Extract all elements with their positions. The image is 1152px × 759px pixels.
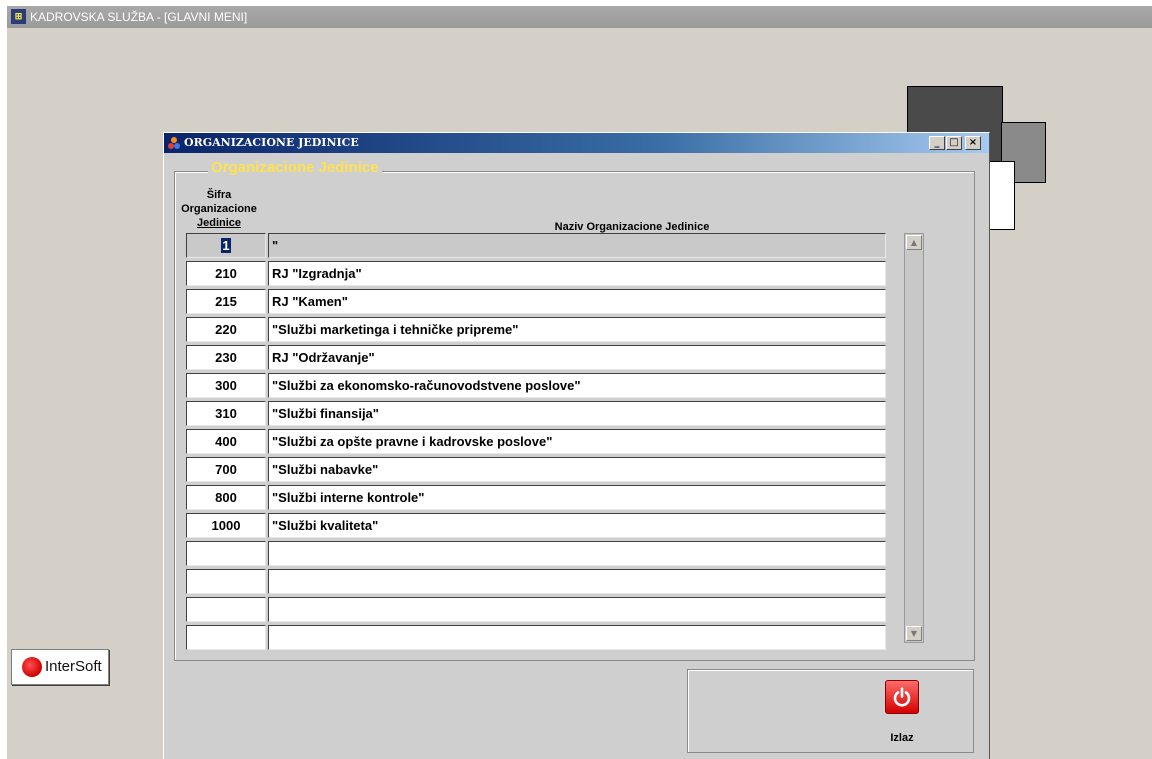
code-value: 1000	[211, 518, 241, 533]
code-value: 310	[215, 406, 237, 421]
name-field[interactable]	[268, 541, 886, 566]
code-value: 800	[215, 490, 237, 505]
code-value: 1	[221, 238, 231, 253]
code-value: 220	[215, 322, 237, 337]
table-row[interactable]	[186, 569, 888, 594]
table-row[interactable]: 215 RJ "Kamen"	[186, 289, 888, 314]
name-field[interactable]	[268, 597, 886, 622]
action-panel: Izlaz	[687, 669, 974, 753]
table-row[interactable]	[186, 625, 888, 650]
code-field[interactable]	[186, 569, 266, 594]
table-row[interactable]: 210 RJ "Izgradnja"	[186, 261, 888, 286]
main-window-titlebar: ⊞ KADROVSKA SLUŽBA - [GLAVNI MENI]	[7, 6, 1152, 28]
code-value: 215	[215, 294, 237, 309]
column-header-code: Šifra Organizacione Jedinice	[164, 188, 274, 230]
code-field[interactable]: 300	[186, 373, 266, 398]
code-value: 230	[215, 350, 237, 365]
code-field[interactable]: 700	[186, 457, 266, 482]
code-field[interactable]: 1000	[186, 513, 266, 538]
exit-button[interactable]	[885, 680, 919, 714]
intersoft-logo-icon	[22, 657, 42, 677]
scroll-up-icon[interactable]: ▲	[906, 235, 922, 250]
name-field[interactable]: "Službi finansija"	[268, 401, 886, 426]
name-field[interactable]: "Službi kvaliteta"	[268, 513, 886, 538]
name-field[interactable]: "Službi interne kontrole"	[268, 485, 886, 510]
app-grid-icon: ⊞	[11, 9, 26, 24]
organizacione-jedinice-window: ORGANIZACIONE JEDINICE _ □ × Organizacio…	[163, 132, 990, 759]
name-field[interactable]: RJ "Održavanje"	[268, 345, 886, 370]
code-field[interactable]: 210	[186, 261, 266, 286]
code-value: 210	[215, 266, 237, 281]
maximize-button[interactable]: □	[946, 136, 962, 150]
window-titlebar[interactable]: ORGANIZACIONE JEDINICE _ □ ×	[164, 133, 989, 153]
code-value: 300	[215, 378, 237, 393]
table-row[interactable]: 300 "Službi za ekonomsko-računovodstvene …	[186, 373, 888, 398]
table-row[interactable]: 800 "Službi interne kontrole"	[186, 485, 888, 510]
column-header-code-line2: Organizacione	[181, 203, 257, 215]
name-field[interactable]: "Službi nabavke"	[268, 457, 886, 482]
name-field[interactable]: "Službi za opšte pravne i kadrovske posl…	[268, 429, 886, 454]
column-header-name: Naziv Organizacione Jedinice	[554, 221, 710, 233]
name-field[interactable]: RJ "Izgradnja"	[268, 261, 886, 286]
column-header-code-line1: Šifra	[206, 189, 232, 201]
table-row[interactable]: 220 "Službi marketinga i tehničke priprem…	[186, 317, 888, 342]
code-field[interactable]	[186, 625, 266, 650]
exit-label: Izlaz	[890, 732, 914, 744]
vertical-scrollbar[interactable]: ▲ ▼	[904, 233, 924, 643]
minimize-button[interactable]: _	[929, 136, 945, 150]
table-row[interactable]: 1000 "Službi kvaliteta"	[186, 513, 888, 538]
table-row[interactable]	[186, 597, 888, 622]
main-window-title: KADROVSKA SLUŽBA - [GLAVNI MENI]	[30, 10, 248, 24]
code-field[interactable]: 230	[186, 345, 266, 370]
intersoft-logo-text: InterSoft	[45, 658, 102, 675]
intersoft-logo: InterSoft	[11, 649, 109, 685]
code-field[interactable]: 215	[186, 289, 266, 314]
close-button[interactable]: ×	[965, 136, 981, 150]
column-header-code-line3: Jedinice	[196, 217, 242, 229]
oracle-forms-icon	[167, 136, 181, 150]
name-field[interactable]: "Službi marketinga i tehničke pripreme"	[268, 317, 886, 342]
table-row[interactable]	[186, 541, 888, 566]
table-row[interactable]: 1 "	[186, 233, 888, 258]
power-icon	[893, 687, 911, 707]
group-title: Organizacione Jedinice	[208, 159, 382, 176]
code-field[interactable]	[186, 541, 266, 566]
table-row[interactable]: 700 "Službi nabavke"	[186, 457, 888, 482]
code-value: 700	[215, 462, 237, 477]
code-field[interactable]: 800	[186, 485, 266, 510]
table-row[interactable]: 230 RJ "Održavanje"	[186, 345, 888, 370]
window-title: ORGANIZACIONE JEDINICE	[184, 136, 359, 149]
name-field[interactable]: "	[268, 233, 886, 258]
code-field[interactable]	[186, 597, 266, 622]
name-field[interactable]	[268, 569, 886, 594]
table-row[interactable]: 310 "Službi finansija"	[186, 401, 888, 426]
scroll-down-icon[interactable]: ▼	[906, 626, 922, 641]
code-value: 400	[215, 434, 237, 449]
code-field[interactable]: 220	[186, 317, 266, 342]
code-field[interactable]: 400	[186, 429, 266, 454]
code-field[interactable]: 310	[186, 401, 266, 426]
code-field[interactable]: 1	[186, 233, 266, 258]
name-field[interactable]	[268, 625, 886, 650]
name-field[interactable]: RJ "Kamen"	[268, 289, 886, 314]
name-field[interactable]: "Službi za ekonomsko-računovodstvene pos…	[268, 373, 886, 398]
table-row[interactable]: 400 "Službi za opšte pravne i kadrovske p…	[186, 429, 888, 454]
